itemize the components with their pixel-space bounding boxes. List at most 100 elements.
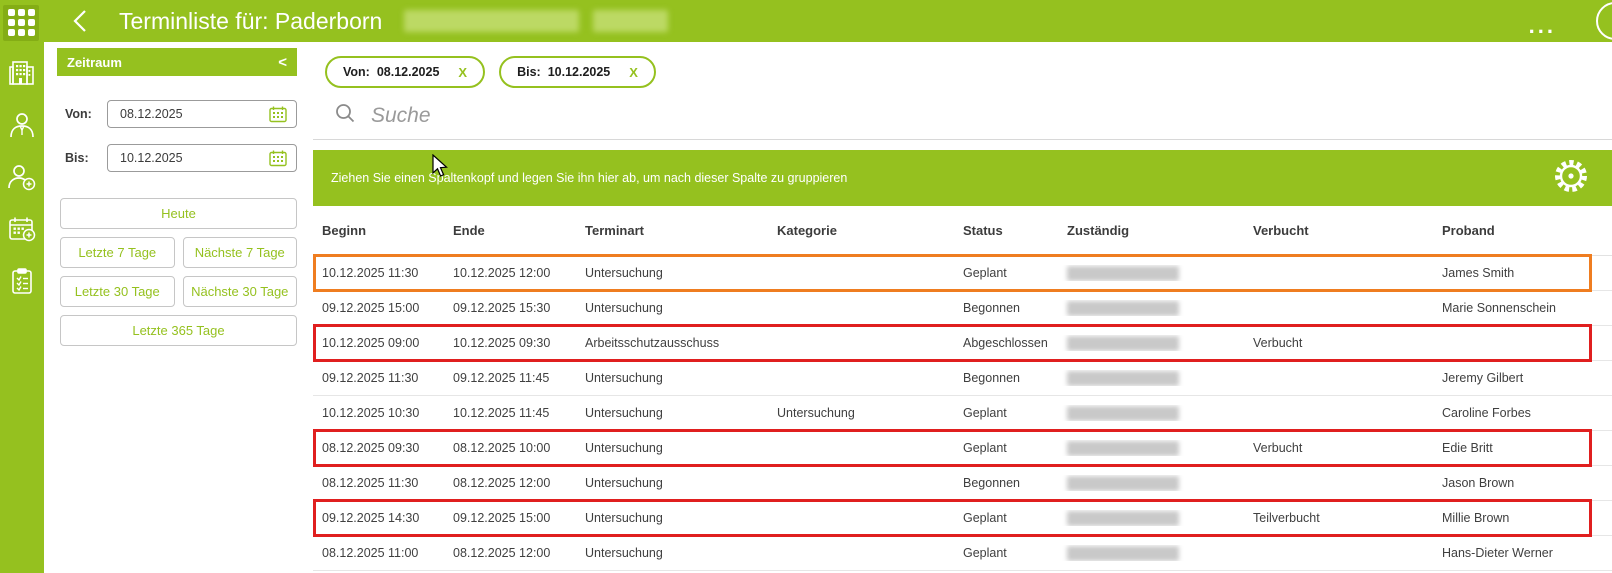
group-by-hint-text: Ziehen Sie einen Spaltenkopf und legen S… [331,171,848,185]
redacted-text [1067,300,1179,316]
search-icon [335,103,355,128]
nav-companies-button[interactable] [5,56,39,90]
zeitraum-panel: Zeitraum < Von: 08.12.2025 Bis: 10.12.20… [57,48,297,346]
cell-proband: Jeremy Gilbert [1442,371,1524,385]
cell-terminart: Untersuchung [585,511,663,525]
nav-employees-button[interactable] [5,108,39,142]
cell-status: Geplant [963,266,1007,280]
redacted-text [1067,545,1179,561]
back-button[interactable] [67,8,93,34]
top-bar: Terminliste für: Paderborn ... [0,0,1612,42]
column-header-proband[interactable]: Proband [1433,223,1612,238]
column-header-status[interactable]: Status [954,223,1058,238]
page-title: Terminliste für: Paderborn [119,7,383,34]
column-header-ende[interactable]: Ende [444,223,576,238]
column-header-beginn[interactable]: Beginn [313,223,444,238]
search-input[interactable]: Suche [313,92,1612,177]
cell-ende: 08.12.2025 12:00 [453,476,551,490]
cell-terminart: Untersuchung [585,406,663,420]
table-settings-button[interactable] [1550,157,1592,199]
calendar-picker-icon[interactable] [268,149,288,167]
cell-ende: 09.12.2025 11:45 [453,371,550,385]
von-label: Von: [65,107,92,121]
cell-zustaendig [1058,440,1244,456]
redacted-text [1067,265,1179,281]
table-row[interactable]: 08.12.2025 11:00 08.12.2025 12:00 Unters… [313,536,1612,571]
column-header-zustaendig[interactable]: Zuständig [1058,223,1244,238]
cell-zustaendig [1058,265,1244,281]
letzte-365-tage-button[interactable]: Letzte 365 Tage [60,315,297,346]
column-header-kategorie[interactable]: Kategorie [768,223,954,238]
redacted-text [1067,335,1179,351]
letzte-7-tage-button[interactable]: Letzte 7 Tage [60,237,175,268]
nav-add-appointment-button[interactable] [5,212,39,246]
cell-status: Geplant [963,441,1007,455]
table-row[interactable]: 08.12.2025 09:30 08.12.2025 10:00 Unters… [313,429,1612,467]
von-date-value: 08.12.2025 [120,107,183,121]
app-window: Terminliste für: Paderborn ... Zeitraum … [0,0,1612,573]
nav-add-person-button[interactable] [5,160,39,194]
table-row[interactable]: 09.12.2025 15:00 09.12.2025 15:30 Unters… [313,291,1612,326]
group-by-drop-zone[interactable]: Ziehen Sie einen Spaltenkopf und legen S… [313,150,1612,206]
cell-zustaendig [1058,510,1244,526]
cell-beginn: 09.12.2025 11:30 [322,371,419,385]
table-row[interactable]: 10.12.2025 09:00 10.12.2025 09:30 Arbeit… [313,324,1612,362]
collapse-panel-icon[interactable]: < [278,55,287,70]
remove-filter-icon[interactable]: X [458,65,467,80]
cell-verbucht: Verbucht [1253,336,1303,350]
von-filter-chip[interactable]: Von: 08.12.2025 X [325,56,486,88]
cell-beginn: 08.12.2025 09:30 [322,441,420,455]
cell-kategorie: Untersuchung [777,406,855,420]
more-options-button[interactable]: ... [1529,15,1556,37]
cell-zustaendig [1058,300,1244,316]
cell-ende: 10.12.2025 11:45 [453,406,550,420]
table-row[interactable]: 09.12.2025 14:30 09.12.2025 15:00 Unters… [313,499,1612,537]
cell-status: Geplant [963,511,1007,525]
profile-avatar[interactable] [1596,2,1612,40]
user-add-icon [7,162,37,192]
von-date-input[interactable]: 08.12.2025 [107,100,297,128]
cell-beginn: 09.12.2025 14:30 [322,511,420,525]
cell-terminart: Arbeitsschutzausschuss [585,336,720,350]
bis-date-input[interactable]: 10.12.2025 [107,144,297,172]
cell-beginn: 10.12.2025 10:30 [322,406,420,420]
chevron-left-icon [73,10,86,32]
cell-zustaendig [1058,370,1244,386]
quick-range-buttons: Heute Letzte 7 Tage Nächste 7 Tage Letzt… [60,198,297,346]
cell-terminart: Untersuchung [585,301,663,315]
column-header-terminart[interactable]: Terminart [576,223,768,238]
remove-filter-icon[interactable]: X [629,65,638,80]
table-row[interactable]: 10.12.2025 11:30 10.12.2025 12:00 Unters… [313,254,1612,292]
bis-date-value: 10.12.2025 [120,151,183,165]
zeitraum-panel-title: Zeitraum [67,54,122,70]
nav-checklist-button[interactable] [5,264,39,298]
redacted-text [1067,475,1179,491]
cell-ende: 10.12.2025 12:00 [453,266,551,280]
naechste-7-tage-button[interactable]: Nächste 7 Tage [182,237,297,268]
redacted-text [1067,510,1179,526]
naechste-30-tage-button[interactable]: Nächste 30 Tage [182,276,297,307]
gear-icon [1551,156,1591,201]
cell-proband: Edie Britt [1442,441,1493,455]
letzte-30-tage-button[interactable]: Letzte 30 Tage [60,276,175,307]
zeitraum-panel-body: Von: 08.12.2025 Bis: 10.12.2025 Heute Le… [57,76,297,346]
table-row[interactable]: 10.12.2025 10:30 10.12.2025 11:45 Unters… [313,396,1612,431]
cell-proband: Caroline Forbes [1442,406,1531,420]
table-row[interactable]: 08.12.2025 11:30 08.12.2025 12:00 Unters… [313,466,1612,501]
cell-proband: Marie Sonnenschein [1442,301,1556,315]
app-launcher-grid-icon[interactable] [3,4,39,41]
von-date-row: Von: 08.12.2025 [65,100,297,128]
heute-button[interactable]: Heute [60,198,297,229]
table-row[interactable]: 09.12.2025 11:30 09.12.2025 11:45 Unters… [313,361,1612,396]
cell-ende: 09.12.2025 15:30 [453,301,551,315]
cell-ende: 08.12.2025 12:00 [453,546,551,560]
column-header-verbucht[interactable]: Verbucht [1244,223,1433,238]
calendar-picker-icon[interactable] [268,105,288,123]
table-header-row: Beginn Ende Terminart Kategorie Status Z… [313,206,1612,256]
cell-ende: 10.12.2025 09:30 [453,336,551,350]
cell-status: Begonnen [963,476,1021,490]
bis-filter-chip[interactable]: Bis: 10.12.2025 X [499,56,656,88]
left-nav-rail [0,42,44,573]
cell-status: Begonnen [963,301,1021,315]
cell-terminart: Untersuchung [585,266,663,280]
